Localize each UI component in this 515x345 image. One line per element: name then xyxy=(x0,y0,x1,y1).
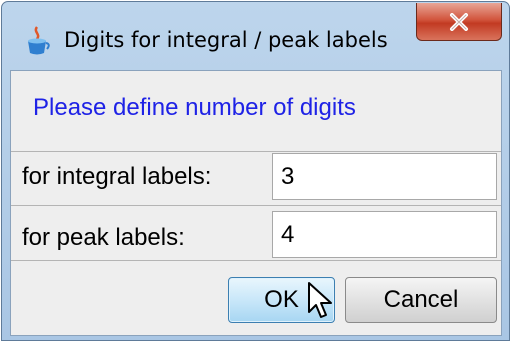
integral-digits-input[interactable] xyxy=(272,153,497,200)
dialog-window: Digits for integral / peak labels Please… xyxy=(1,1,510,341)
divider xyxy=(11,260,501,261)
divider xyxy=(11,151,501,152)
close-icon xyxy=(450,12,468,31)
peak-digits-input[interactable] xyxy=(272,211,497,258)
prompt-text: Please define number of digits xyxy=(33,94,356,121)
window-title: Digits for integral / peak labels xyxy=(64,28,388,52)
title-bar[interactable]: Digits for integral / peak labels xyxy=(2,2,509,70)
integral-labels-label: for integral labels: xyxy=(22,163,212,190)
mouse-pointer-icon xyxy=(308,282,332,318)
peak-labels-label: for peak labels: xyxy=(22,224,185,251)
divider xyxy=(11,205,501,206)
java-cup-icon xyxy=(28,26,50,55)
cancel-button[interactable]: Cancel xyxy=(345,277,497,323)
close-button[interactable] xyxy=(416,3,502,41)
dialog-content: Please define number of digits for integ… xyxy=(10,70,502,336)
